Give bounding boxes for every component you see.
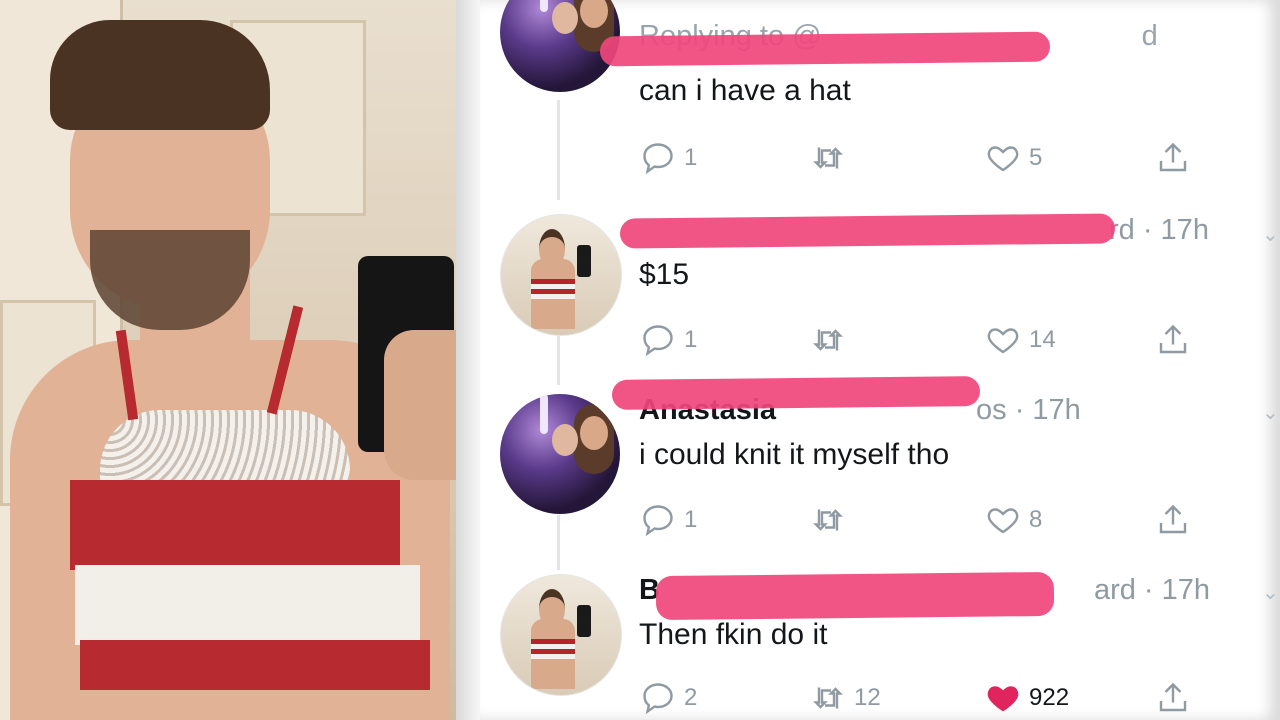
retweet-icon <box>813 687 843 709</box>
share-button[interactable] <box>1155 140 1191 176</box>
retweet-icon <box>813 147 843 169</box>
reply-button[interactable]: 2 <box>640 680 697 716</box>
hair <box>50 20 270 130</box>
crochet-top-white-band <box>75 565 420 645</box>
tweet-text: Then fkin do it <box>639 618 828 651</box>
avatar[interactable] <box>500 574 622 696</box>
retweet-button[interactable]: 12 <box>810 680 881 716</box>
like-button[interactable]: 8 <box>985 502 1042 538</box>
tweet-actions: 2 12 922 <box>640 680 1200 720</box>
like-button[interactable]: 5 <box>985 140 1042 176</box>
share-button[interactable] <box>1155 502 1191 538</box>
handle-timestamp: os · 17h <box>976 394 1081 426</box>
panel-divider <box>456 0 480 720</box>
reply-button[interactable]: 1 <box>640 322 697 358</box>
avatar-top <box>531 639 575 659</box>
like-icon <box>987 328 1019 354</box>
crochet-top-red-band <box>80 640 430 690</box>
redaction-mark <box>619 213 1116 249</box>
tweet-text: i could knit it myself tho <box>639 438 950 471</box>
retweet-count: 12 <box>854 684 881 711</box>
share-icon <box>1159 504 1187 534</box>
like-button[interactable]: 14 <box>985 322 1056 358</box>
retweet-icon <box>813 509 843 531</box>
chevron-down-icon[interactable]: ⌄ <box>1262 400 1279 425</box>
share-button[interactable] <box>1155 680 1191 716</box>
handle-timestamp: ard · 17h <box>1093 574 1211 606</box>
hand <box>384 330 456 480</box>
handle-timestamp: rd · 17h <box>1109 214 1209 246</box>
reply-button[interactable]: 1 <box>640 502 697 538</box>
avatar-face <box>580 416 608 450</box>
avatar-top <box>531 279 575 299</box>
like-icon <box>987 146 1019 172</box>
retweet-button[interactable] <box>810 502 854 538</box>
like-count: 14 <box>1029 326 1056 353</box>
tweet-actions: 1 14 <box>640 322 1200 362</box>
thread-line <box>557 100 560 200</box>
avatar[interactable] <box>500 394 620 514</box>
like-count: 8 <box>1029 506 1043 533</box>
tweet-text: can i have a hat <box>639 74 851 107</box>
reply-count: 1 <box>684 506 698 533</box>
share-button[interactable] <box>1155 322 1191 358</box>
share-icon <box>1159 142 1187 172</box>
handle-tail: d <box>1141 20 1158 52</box>
like-count: 922 <box>1029 684 1070 711</box>
like-icon <box>987 508 1019 534</box>
crochet-top-red-band <box>70 480 400 570</box>
reply-count: 1 <box>684 326 698 353</box>
mirror-selfie-photo <box>0 0 456 720</box>
chevron-down-icon[interactable]: ⌄ <box>1262 222 1279 247</box>
thread-line <box>557 335 560 385</box>
reply-icon <box>643 143 673 175</box>
tweet-actions: 1 5 <box>640 140 1200 180</box>
retweet-button[interactable] <box>810 322 854 358</box>
reply-button[interactable]: 1 <box>640 140 697 176</box>
light-glow <box>540 0 548 12</box>
redaction-mark <box>599 31 1051 67</box>
avatar-phone <box>577 245 591 277</box>
avatar-face <box>552 424 578 456</box>
reply-icon <box>643 683 673 715</box>
light-glow <box>540 394 548 434</box>
retweet-button[interactable] <box>810 140 854 176</box>
tweet-actions: 1 8 <box>640 502 1200 542</box>
redaction-mark <box>655 571 1055 621</box>
reply-icon <box>643 505 673 537</box>
like-button[interactable]: 922 <box>985 680 1069 716</box>
like-icon <box>987 686 1019 712</box>
reply-count: 1 <box>684 144 698 171</box>
share-icon <box>1159 682 1187 712</box>
share-icon <box>1159 324 1187 354</box>
retweet-icon <box>813 329 843 351</box>
reply-count: 2 <box>684 684 698 711</box>
thread-line <box>557 515 560 570</box>
avatar[interactable] <box>500 214 622 336</box>
like-count: 5 <box>1029 144 1043 171</box>
reply-icon <box>643 325 673 357</box>
crochet-top-white-band <box>100 410 350 490</box>
avatar-phone <box>577 605 591 637</box>
chevron-down-icon[interactable]: ⌄ <box>1262 580 1279 605</box>
tweet-text: $15 <box>639 258 690 291</box>
avatar-face <box>552 2 578 34</box>
redaction-mark <box>611 376 981 410</box>
